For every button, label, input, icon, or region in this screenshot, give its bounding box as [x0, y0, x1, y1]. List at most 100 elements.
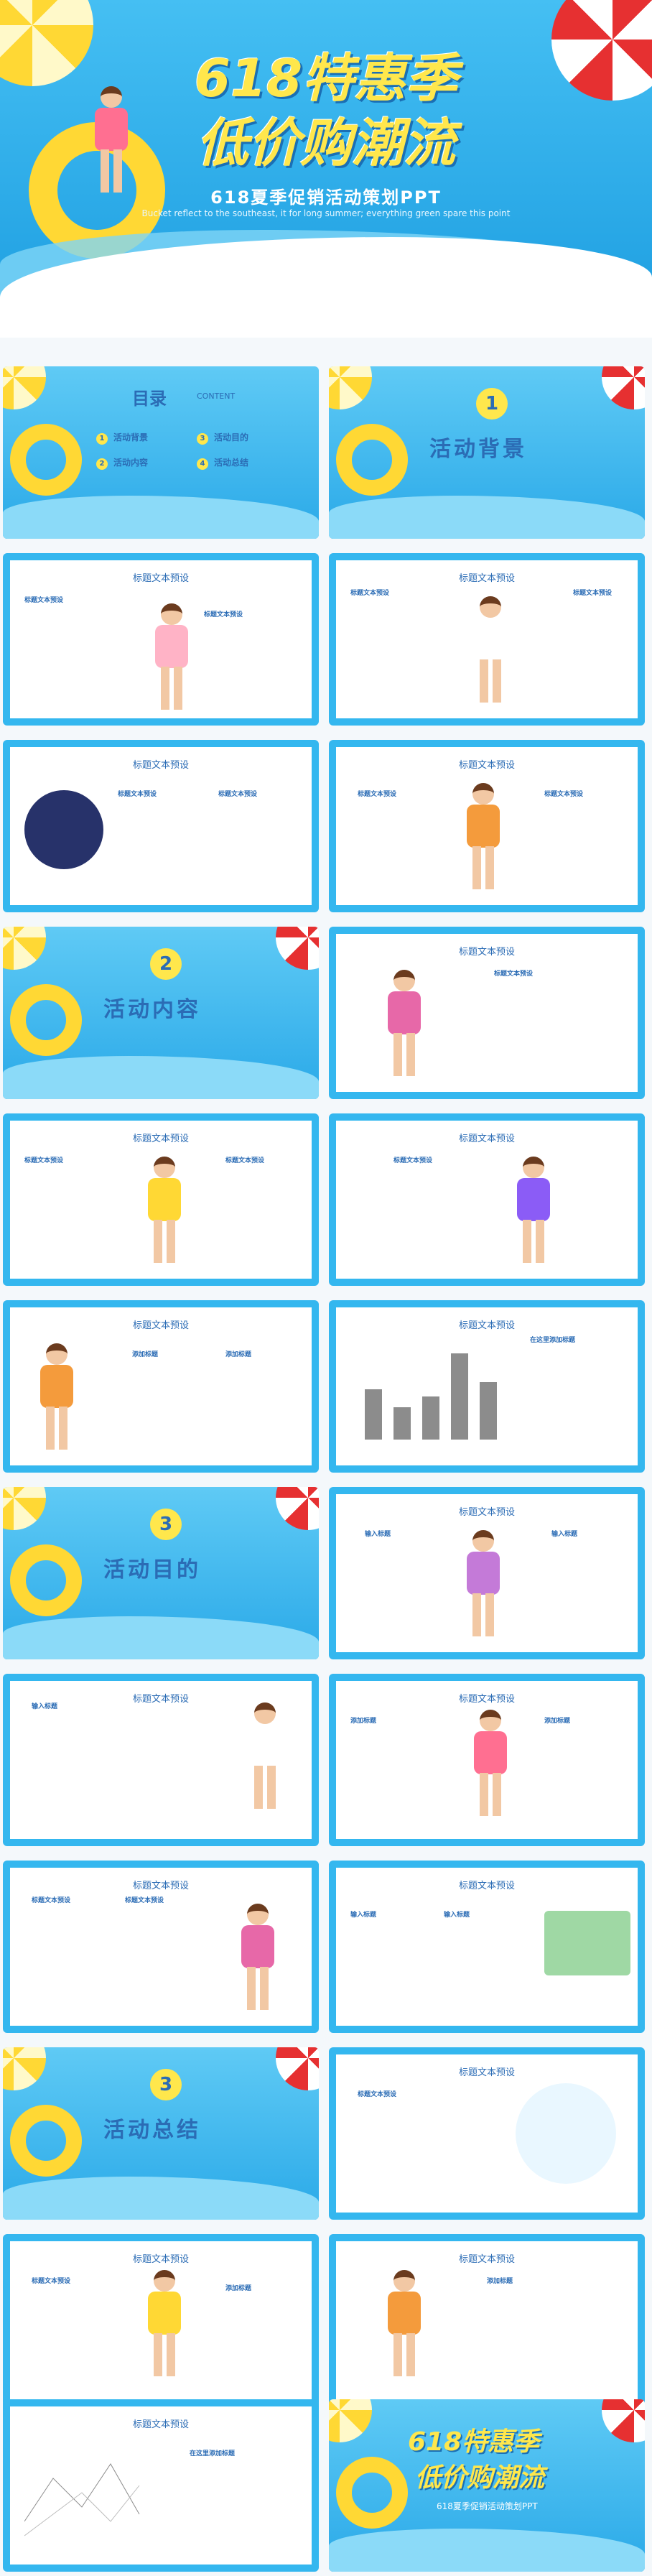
shopper-illustration	[379, 970, 429, 1078]
text-block: 标题文本预设	[358, 791, 397, 798]
slide-content[interactable]: 标题文本预设 输入标题 输入标题	[329, 1861, 645, 2033]
group-shopping-illustration	[544, 1911, 630, 1975]
slide-title: 标题文本预设	[458, 1881, 515, 1891]
text-block: 标题文本预设	[350, 590, 390, 597]
text-block: 添加标题	[487, 2278, 513, 2285]
toc-item-1[interactable]: 1 活动背景	[96, 431, 148, 445]
slide-title: 标题文本预设	[132, 1134, 189, 1144]
swim-ring-icon	[10, 984, 82, 1056]
wave-decoration	[3, 1056, 319, 1099]
umbrella-icon	[3, 2047, 46, 2090]
wave-decoration	[329, 496, 645, 539]
hero-title-line2: 低价购潮流	[196, 113, 455, 173]
slide-content[interactable]: 标题文本预设 标题文本预设	[329, 927, 645, 1099]
slide-content[interactable]: 标题文本预设 标题文本预设 标题文本预设	[3, 553, 319, 726]
slide-section-4[interactable]: 3 活动总结	[3, 2047, 319, 2220]
toc-item-4[interactable]: 4 活动总结	[197, 456, 248, 470]
umbrella-icon	[329, 366, 372, 409]
slide-title: 标题文本预设	[458, 760, 515, 771]
slide-content[interactable]: 标题文本预设 标题文本预设 标题文本预设	[3, 1113, 319, 1286]
toc-item-2[interactable]: 2 活动内容	[96, 456, 148, 470]
slide-content[interactable]: 标题文本预设 添加标题 添加标题	[329, 1674, 645, 1846]
section-number: 3	[150, 1509, 182, 1540]
umbrella-icon	[3, 1487, 46, 1530]
slide-title: 标题文本预设	[458, 947, 515, 958]
umbrella-icon	[3, 366, 46, 409]
wave-decoration	[3, 2177, 319, 2220]
ending-title-line2: 低价购潮流	[415, 2463, 545, 2493]
text-block: 添加标题	[350, 1718, 377, 1725]
wave-decoration	[3, 1616, 319, 1659]
text-block: 标题文本预设	[32, 1897, 71, 1904]
chart-bar	[393, 1407, 411, 1440]
text-block: 添加标题	[544, 1718, 571, 1725]
chart-bar	[480, 1382, 497, 1440]
wave-decoration	[329, 2529, 645, 2572]
slide-content[interactable]: 标题文本预设 标题文本预设 标题文本预设	[3, 740, 319, 912]
slide-title: 标题文本预设	[132, 573, 189, 584]
text-block: 标题文本预设	[494, 970, 534, 978]
wave-decoration	[3, 496, 319, 539]
shopper-illustration	[458, 1530, 508, 1638]
text-block: 标题文本预设	[125, 1897, 164, 1904]
city-night-illustration	[24, 790, 103, 869]
text-block: 输入标题	[444, 1912, 470, 1919]
slide-content[interactable]: 标题文本预设 标题文本预设	[329, 1113, 645, 1286]
slide-content[interactable]: 标题文本预设 标题文本预设 标题文本预设	[3, 1861, 319, 2033]
slide-content[interactable]: 标题文本预设 标题文本预设 标题文本预设	[329, 740, 645, 912]
text-block: 标题文本预设	[24, 1157, 64, 1164]
text-block: 添加标题	[225, 1351, 252, 1358]
slide-chart[interactable]: 标题文本预设 在这里添加标题	[329, 1300, 645, 1473]
slide-title: 标题文本预设	[132, 2254, 189, 2265]
chart-bar	[451, 1353, 468, 1440]
slide-section-2[interactable]: 2 活动内容	[3, 927, 319, 1099]
slide-content[interactable]: 标题文本预设 输入标题 输入标题	[329, 1487, 645, 1659]
text-block: 标题文本预设	[573, 590, 613, 597]
text-block: 标题文本预设	[225, 1157, 265, 1164]
slide-title: 标题文本预设	[458, 1507, 515, 1518]
swim-ring-icon	[336, 2457, 408, 2529]
slide-toc[interactable]: 目录 CONTENT 1 活动背景 3 活动目的 2 活动内容 4 活动总结	[3, 366, 319, 539]
chart-bar	[422, 1396, 439, 1440]
slide-content[interactable]: 标题文本预设 输入标题	[3, 1674, 319, 1846]
slide-line-chart[interactable]: 标题文本预设 在这里添加标题	[3, 2399, 319, 2572]
slide-content[interactable]: 标题文本预设 添加标题 添加标题	[3, 1300, 319, 1473]
text-block: 输入标题	[350, 1912, 377, 1919]
text-block: 标题文本预设	[24, 597, 64, 604]
shopper-illustration	[146, 603, 197, 711]
slide-title: 标题文本预设	[132, 2419, 189, 2430]
slide-content[interactable]: 标题文本预设 标题文本预设 标题文本预设	[329, 553, 645, 726]
text-block: 标题文本预设	[32, 2278, 71, 2285]
slide-title: 标题文本预设	[458, 1134, 515, 1144]
umbrella-icon	[276, 927, 319, 970]
umbrella-icon	[276, 2047, 319, 2090]
umbrella-icon	[276, 1487, 319, 1530]
slide-ending[interactable]: 618特惠季 低价购潮流 618夏季促销活动策划PPT	[329, 2399, 645, 2572]
shopper-illustration	[379, 2270, 429, 2378]
slide-title: 标题文本预设	[132, 760, 189, 771]
slide-section-1[interactable]: 1 活动背景	[329, 366, 645, 539]
text-block: 标题文本预设	[118, 791, 157, 798]
toc-title: 目录	[132, 389, 167, 409]
text-block: 标题文本预设	[544, 791, 584, 798]
text-block: 标题文本预设	[393, 1157, 433, 1164]
slide-content[interactable]: 标题文本预设 标题文本预设 添加标题	[3, 2234, 319, 2406]
shopper-illustration	[233, 1904, 283, 2011]
shopper-illustration	[465, 596, 516, 704]
text-block: 输入标题	[365, 1531, 391, 1538]
swim-ring-icon	[10, 1544, 82, 1616]
slide-section-3[interactable]: 3 活动目的	[3, 1487, 319, 1659]
toc-item-3[interactable]: 3 活动目的	[197, 431, 248, 445]
slide-content[interactable]: 标题文本预设 添加标题	[329, 2234, 645, 2406]
section-number: 3	[150, 2069, 182, 2100]
slide-title: 标题文本预设	[132, 1320, 189, 1331]
ending-title-line1: 618特惠季	[408, 2427, 540, 2457]
slide-title: 标题文本预设	[458, 573, 515, 584]
text-block: 输入标题	[551, 1531, 578, 1538]
shopper-illustration	[508, 1157, 559, 1264]
text-block: 输入标题	[32, 1703, 58, 1710]
section-title: 活动目的	[103, 1557, 201, 1583]
slide-title: 标题文本预设	[458, 1694, 515, 1705]
shopper-illustration	[240, 1702, 290, 1810]
slide-content[interactable]: 标题文本预设 标题文本预设	[329, 2047, 645, 2220]
